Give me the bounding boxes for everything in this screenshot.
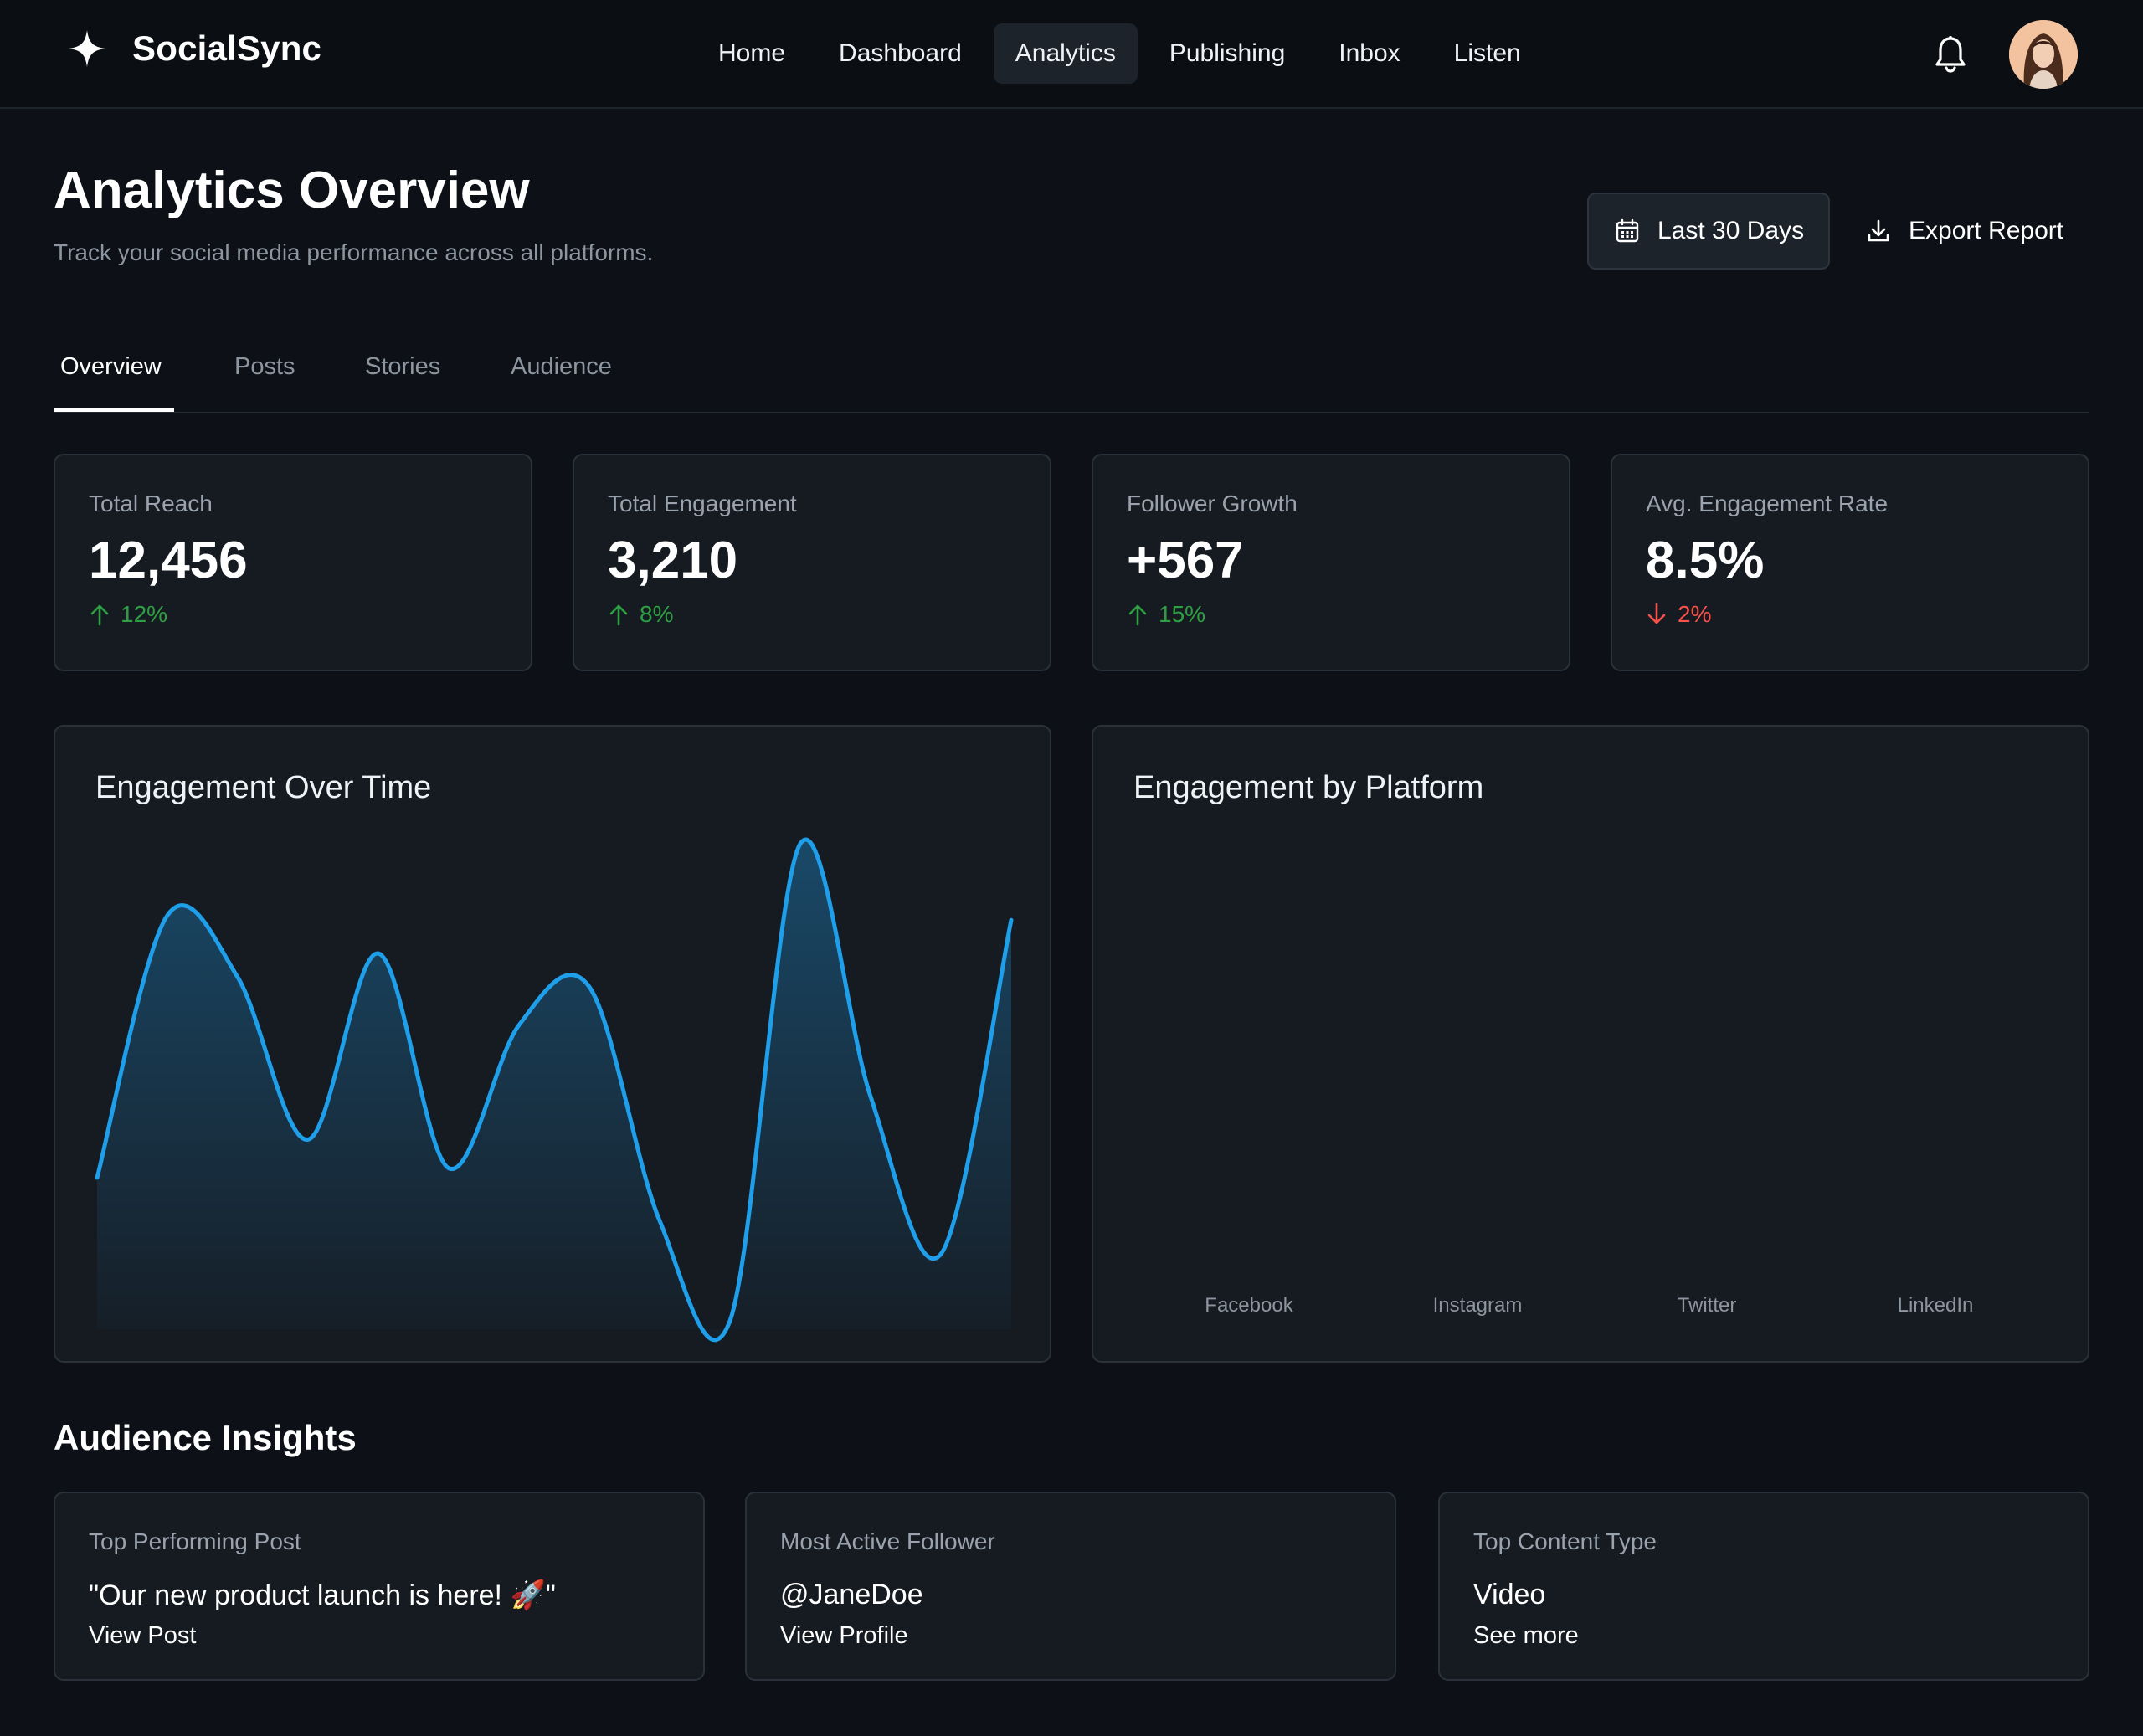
chart-title: Engagement by Platform [1133, 770, 1484, 805]
nav-item-analytics[interactable]: Analytics [993, 23, 1138, 84]
insight-label: Top Content Type [1473, 1528, 1657, 1554]
calendar-icon [1616, 218, 1639, 243]
avatar[interactable] [2009, 20, 2078, 89]
x-tick-label-twitter: Twitter [1677, 1294, 1737, 1317]
stat-value: 12,456 [89, 532, 248, 589]
main-nav: Home Dashboard Analytics Publishing Inbo… [696, 23, 1553, 84]
tab-stories[interactable]: Stories [365, 353, 440, 381]
stat-label: Follower Growth [1127, 490, 1298, 516]
see-more-link[interactable]: See more [1473, 1622, 1579, 1650]
brand[interactable]: SocialSync [67, 28, 321, 69]
stat-delta: 2% [1646, 601, 1711, 628]
engagement-over-time-card: Engagement Over Time [54, 725, 1051, 1363]
engagement-by-platform-card: Engagement by Platform Facebook Instagra… [1092, 725, 2089, 1363]
date-range-label: Last 30 Days [1657, 217, 1805, 244]
top-navbar: SocialSync Home Dashboard Analytics Publ… [0, 0, 2143, 109]
export-report-label: Export Report [1909, 217, 2064, 244]
stat-label: Total Engagement [608, 490, 797, 516]
stat-label: Avg. Engagement Rate [1646, 490, 1889, 516]
insight-card-top-post: Top Performing Post "Our new product lau… [54, 1492, 705, 1681]
nav-item-label: Dashboard [839, 39, 962, 67]
nav-item-dashboard[interactable]: Dashboard [817, 23, 984, 84]
x-tick-label-linkedin: LinkedIn [1897, 1294, 1974, 1317]
stat-card-total-reach: Total Reach 12,456 12% [54, 454, 532, 671]
app-name: SocialSync [132, 28, 322, 68]
tab-overview[interactable]: Overview [60, 353, 162, 381]
nav-item-publishing[interactable]: Publishing [1148, 23, 1307, 84]
insight-value: Video [1473, 1579, 1546, 1610]
date-range-button[interactable]: Last 30 Days [1587, 193, 1830, 270]
audience-insights-title: Audience Insights [54, 1418, 357, 1457]
user-avatar-icon [2009, 20, 2078, 89]
nav-item-label: Inbox [1339, 39, 1400, 67]
active-tab-indicator [54, 408, 174, 412]
nav-item-label: Analytics [1015, 39, 1116, 67]
insight-card-active-follower: Most Active Follower @JaneDoe View Profi… [745, 1492, 1396, 1681]
nav-item-label: Listen [1453, 39, 1521, 67]
insight-label: Top Performing Post [89, 1528, 301, 1554]
stat-delta-value: 15% [1159, 601, 1206, 627]
page-subtitle: Track your social media performance acro… [54, 239, 654, 265]
nav-item-home[interactable]: Home [696, 23, 807, 84]
stat-card-total-engagement: Total Engagement 3,210 8% [573, 454, 1051, 671]
tab-audience[interactable]: Audience [511, 353, 612, 381]
stat-value: 8.5% [1646, 532, 1765, 589]
arrow-up-icon [609, 604, 628, 626]
export-report-button[interactable]: Export Report [1853, 193, 2071, 270]
stat-label: Total Reach [89, 490, 213, 516]
analytics-tabs: Overview Posts Stories Audience [54, 335, 2089, 413]
stat-delta: 12% [89, 601, 167, 628]
stat-value: 3,210 [608, 532, 738, 589]
stat-card-follower-growth: Follower Growth +567 15% [1092, 454, 1570, 671]
stat-value: +567 [1127, 532, 1244, 589]
insight-value: @JaneDoe [780, 1579, 923, 1610]
engagement-area-fill [97, 839, 1011, 1340]
nav-item-listen[interactable]: Listen [1432, 23, 1543, 84]
arrow-up-icon [1128, 604, 1147, 626]
stat-delta: 8% [608, 601, 673, 628]
view-profile-link[interactable]: View Profile [780, 1622, 908, 1650]
stat-delta-value: 12% [121, 601, 168, 627]
x-tick-label-instagram: Instagram [1432, 1294, 1523, 1317]
engagement-area-chart [95, 837, 1014, 1343]
view-post-link[interactable]: View Post [89, 1622, 196, 1650]
arrow-up-icon [90, 604, 109, 626]
x-tick-label-facebook: Facebook [1205, 1294, 1293, 1317]
stat-card-avg-engagement-rate: Avg. Engagement Rate 8.5% 2% [1611, 454, 2089, 671]
stat-delta-value: 2% [1678, 601, 1712, 627]
stat-delta: 15% [1127, 601, 1205, 628]
insight-label: Most Active Follower [780, 1528, 995, 1554]
nav-item-label: Publishing [1169, 39, 1286, 67]
insight-value: "Our new product launch is here! 🚀" [89, 1579, 556, 1611]
sparkle-icon [69, 30, 105, 67]
stat-delta-value: 8% [640, 601, 674, 627]
nav-item-label: Home [718, 39, 786, 67]
tab-posts[interactable]: Posts [234, 353, 295, 381]
download-icon [1868, 219, 1889, 242]
page-title: Analytics Overview [54, 162, 530, 219]
nav-item-inbox[interactable]: Inbox [1317, 23, 1421, 84]
bell-icon[interactable] [1934, 35, 1967, 74]
insight-card-content-type: Top Content Type Video See more [1438, 1492, 2089, 1681]
arrow-down-icon [1647, 603, 1666, 624]
